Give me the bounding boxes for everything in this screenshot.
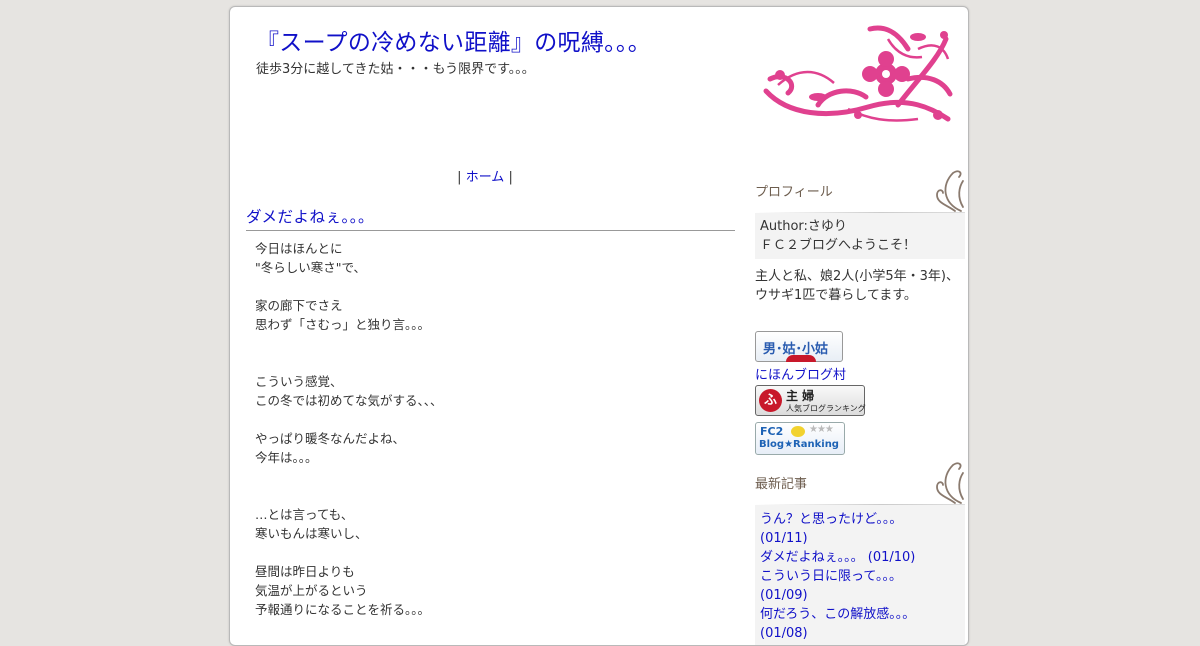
badge-fc2-title: FC2 <box>760 425 784 438</box>
sidebar-recent: 最新記事 うん？と思ったけど。。。 (01/11) ダメだよねぇ。。。 (01/… <box>755 457 965 645</box>
entry-line: 思わず「さむっ」と独り言。。。 <box>255 317 431 332</box>
nav-bar: | ホーム | <box>230 166 740 185</box>
recent-list: うん？と思ったけど。。。 (01/11) ダメだよねぇ。。。 (01/10) こ… <box>755 505 965 645</box>
ranking-badge-shuutome[interactable]: 男･姑･小姑 <box>755 331 843 362</box>
recent-heading-text: 最新記事 <box>755 477 808 492</box>
entry-line: 昼間は昨日よりも <box>255 564 355 579</box>
site-description: 徒歩3分に越してきた姑・・・もう限界です。。。 <box>256 62 535 77</box>
entry-line <box>255 353 725 372</box>
chick-icon <box>791 426 805 437</box>
profile-box: Author:さゆり ＦＣ２ブログへようこそ！ <box>755 213 965 259</box>
entry-line: …とは言っても、 <box>255 507 354 522</box>
profile-author: Author:さゆり <box>760 219 847 234</box>
blog-page: 『スープの冷めない距離』の呪縛。。。 徒歩3分に越してきた姑・・・もう限界です。… <box>229 6 969 646</box>
entry-line: やっぱり暖冬なんだよね、 <box>255 431 406 446</box>
curl-ornament-icon <box>936 170 964 212</box>
entry-body: 今日はほんとに "冬らしい寒さ"で、 家の廊下でさえ 思わず「さむっ」と独り言。… <box>255 239 725 619</box>
entry-line <box>255 277 725 296</box>
entry-line: こういう感覚、 <box>255 374 343 389</box>
profile-welcome: ＦＣ２ブログへようこそ！ <box>760 238 917 253</box>
fc2-ranking-badge[interactable]: FC2 ★★★ Blog★Ranking <box>755 422 845 455</box>
entry-title[interactable]: ダメだよねぇ。。。 <box>246 205 735 231</box>
recent-item-link[interactable]: ダメだよねぇ。。。 (01/10) <box>760 548 960 567</box>
ranking-badge-shufu[interactable]: ふ 主 婦 人気ブログランキング <box>755 385 866 416</box>
badge-red-mark <box>786 355 816 362</box>
entry-line <box>255 467 725 486</box>
profile-heading: プロフィール <box>755 165 965 213</box>
nihon-blog-mura-link[interactable]: にほんブログ村 <box>755 364 965 383</box>
badge-subtitle: 人気ブログランキング <box>786 404 866 413</box>
profile-bio: 主人と私、娘2人(小学5年・3年)、 ウサギ1匹で暮らしてます。 <box>755 267 965 305</box>
badge-logo-icon: ふ <box>759 389 782 412</box>
recent-item-date[interactable]: (01/08) <box>760 624 960 643</box>
floral-ornament-icon <box>763 25 953 122</box>
profile-bio-line: 主人と私、娘2人(小学5年・3年)、 <box>755 269 959 284</box>
badge-title: 主 婦 <box>786 389 815 403</box>
recent-item-date[interactable]: (01/09) <box>760 586 960 605</box>
site-title[interactable]: 『スープの冷めない距離』の呪縛。。。 <box>256 23 651 57</box>
entry-line <box>255 543 725 562</box>
entry-line: "冬らしい寒さ"で、 <box>255 260 366 275</box>
badge-fc2-sub: Blog★Ranking <box>759 439 839 450</box>
entry-line: 家の廊下でさえ <box>255 298 343 313</box>
nav-home-link[interactable]: ホーム <box>466 170 505 185</box>
recent-item-link[interactable]: 何だろう、この解放感。。。 <box>760 605 960 624</box>
entry-line <box>255 486 725 505</box>
entry-line: この冬では初めてな気がする、、、 <box>255 393 443 408</box>
sidebar-profile: プロフィール Author:さゆり ＦＣ２ブログへようこそ！ 主人と私、娘2人(… <box>755 165 965 455</box>
entry-line: 気温が上がるという <box>255 583 368 598</box>
curl-ornament-icon <box>936 462 964 504</box>
entry-line: 予報通りになることを祈る。。。 <box>255 602 431 617</box>
entry-line <box>255 334 725 353</box>
profile-heading-text: プロフィール <box>755 185 833 200</box>
nav-separator-right: | <box>504 170 513 185</box>
entry-line: 今日はほんとに <box>255 241 343 256</box>
recent-heading: 最新記事 <box>755 457 965 505</box>
nav-separator-left: | <box>457 170 466 185</box>
stars-icon: ★★★ <box>809 424 834 435</box>
entry-line: 今年は。。。 <box>255 450 318 465</box>
recent-item-date[interactable]: (01/11) <box>760 529 960 548</box>
recent-item-link[interactable]: うん？と思ったけど。。。 <box>760 510 960 529</box>
profile-bio-line: ウサギ1匹で暮らしてます。 <box>755 288 917 303</box>
recent-item-link[interactable]: こういう日に限って。。。 <box>760 567 960 586</box>
entry-line <box>255 410 725 429</box>
entry-line: 寒いもんは寒いし、 <box>255 526 368 541</box>
